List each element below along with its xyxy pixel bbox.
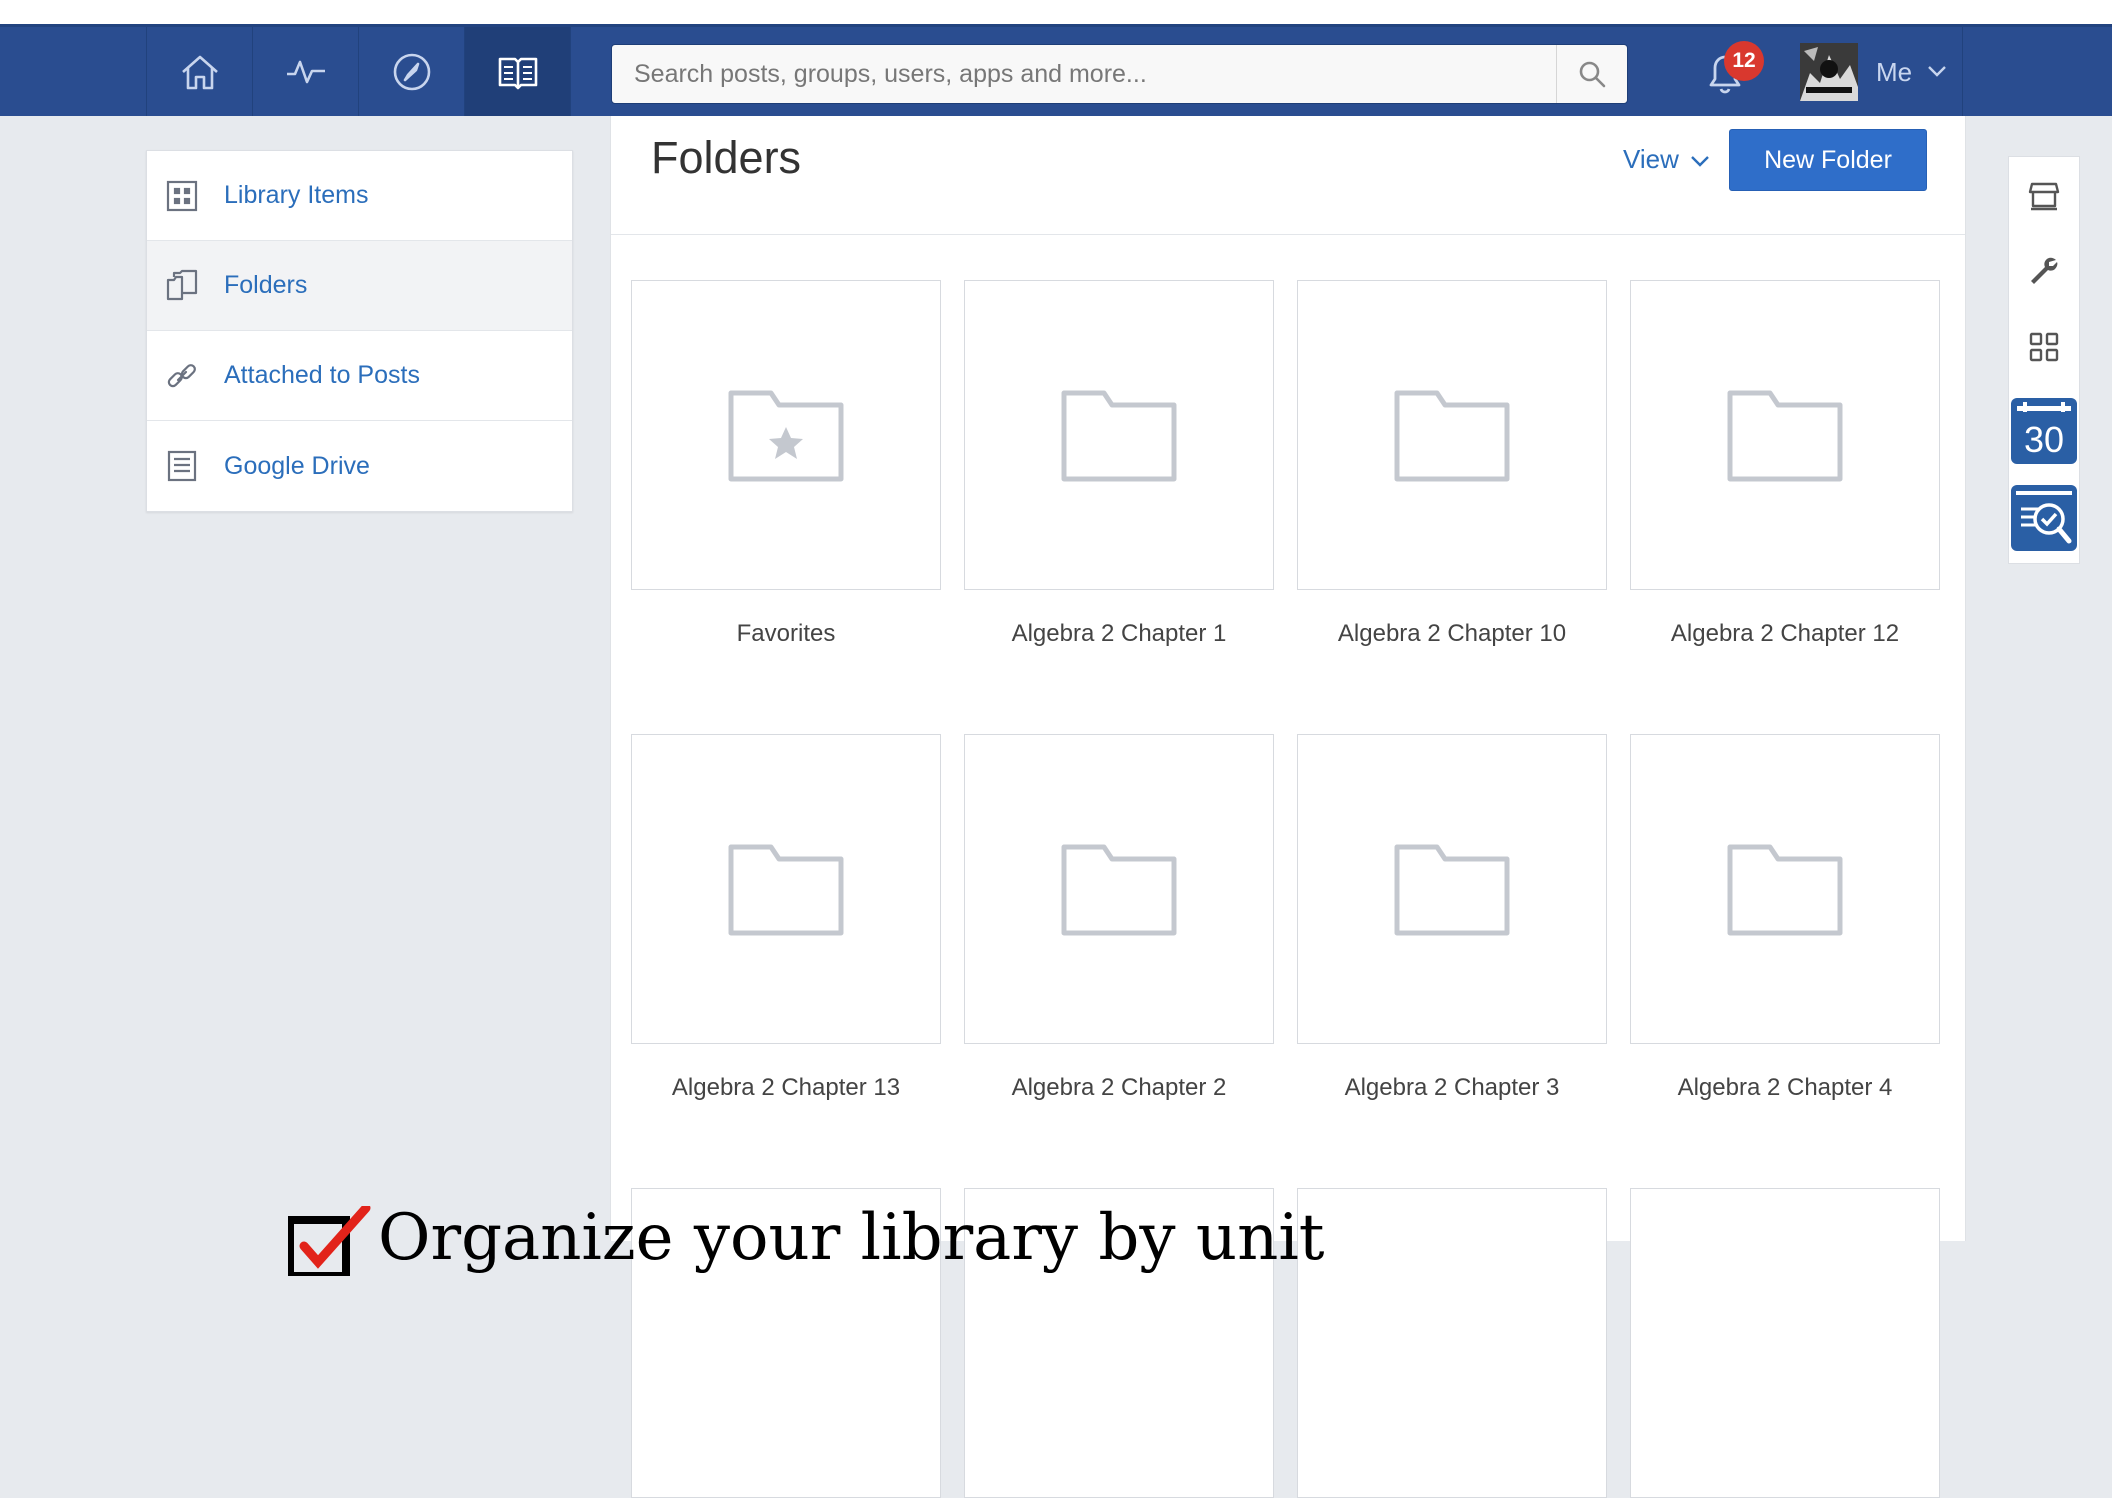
folder-icon — [728, 844, 844, 936]
folder-thumbnail — [1630, 1188, 1940, 1498]
star-folder-icon — [728, 390, 844, 482]
panel-header: Folders View New Folder — [611, 116, 1965, 235]
avatar[interactable] — [1800, 43, 1858, 101]
nav-discover-button[interactable] — [358, 27, 464, 116]
chevron-down-icon[interactable] — [1689, 152, 1711, 170]
folder-icon — [1061, 390, 1177, 482]
folder-icon — [1394, 844, 1510, 936]
review-icon — [2011, 485, 2077, 551]
sidebar-item-google-drive[interactable]: Google Drive — [147, 421, 572, 511]
folder-thumbnail — [1297, 1188, 1607, 1498]
sidebar-item-label: Folders — [224, 271, 308, 299]
folder-thumbnail — [1630, 280, 1940, 590]
folder-name: Algebra 2 Chapter 13 — [671, 1074, 901, 1101]
folder-name: Algebra 2 Chapter 10 — [1337, 620, 1567, 647]
sidebar-item-label: Attached to Posts — [224, 361, 420, 389]
checkbox-checked-icon — [288, 1206, 371, 1276]
folder-thumbnail — [1297, 734, 1607, 1044]
sidebar-item-attached-to-posts[interactable]: Attached to Posts — [147, 331, 572, 421]
notification-count-badge: 12 — [1724, 41, 1764, 81]
search-bar — [611, 44, 1628, 104]
folder-name: Algebra 2 Chapter 2 — [1011, 1074, 1227, 1101]
store-button[interactable] — [2009, 157, 2079, 233]
search-button[interactable] — [1556, 45, 1627, 103]
folder-tile[interactable]: Algebra 2 Chapter 2 — [964, 734, 1274, 1101]
grid-icon — [166, 180, 198, 212]
calendar-app-button[interactable]: 30 — [2009, 395, 2079, 467]
folders-icon — [166, 269, 198, 301]
folder-tile[interactable]: Algebra 2 Chapter 12 — [1630, 280, 1940, 647]
new-folder-button[interactable]: New Folder — [1729, 129, 1927, 191]
avatar-image — [1800, 43, 1858, 101]
nav-divider — [570, 27, 571, 116]
wrench-icon — [2031, 257, 2058, 284]
nav-activity-button[interactable] — [252, 27, 358, 116]
folder-tile[interactable]: Algebra 2 Chapter 4 — [1630, 734, 1940, 1101]
folder-icon — [1394, 390, 1510, 482]
calendar-day: 30 — [2024, 419, 2064, 460]
folders-panel: Folders View New Folder Favorites Algebr… — [610, 116, 1966, 1498]
folder-tile[interactable]: Algebra 2 Chapter 10 — [1297, 280, 1607, 647]
right-tool-rail: 30 — [2008, 156, 2080, 564]
folder-name: Favorites — [736, 620, 836, 647]
folder-icon — [1727, 390, 1843, 482]
folder-thumbnail — [631, 734, 941, 1044]
overlay-text: Organize your library by unit — [378, 1201, 1325, 1275]
document-icon — [167, 450, 197, 482]
tools-button[interactable] — [2009, 233, 2079, 309]
folder-tile[interactable] — [1297, 1188, 1607, 1498]
review-app-button[interactable] — [2009, 479, 2079, 557]
user-menu-label[interactable]: Me — [1876, 57, 1912, 88]
folder-thumbnail — [964, 734, 1274, 1044]
folder-thumbnail — [1297, 280, 1607, 590]
folder-name: Algebra 2 Chapter 4 — [1677, 1074, 1893, 1101]
compass-icon — [393, 53, 430, 90]
home-icon — [181, 55, 218, 89]
sidebar-item-folders[interactable]: Folders — [147, 241, 572, 331]
folder-thumbnail — [964, 280, 1274, 590]
chevron-down-icon[interactable] — [1926, 62, 1948, 80]
nav-divider-right — [1962, 27, 1963, 116]
folder-name: Algebra 2 Chapter 12 — [1670, 620, 1900, 647]
store-icon — [2028, 182, 2060, 211]
folder-icon — [1061, 844, 1177, 936]
library-sidebar: Library Items Folders Attached to Posts … — [146, 150, 573, 512]
calendar-icon: 30 — [2011, 398, 2077, 464]
folder-tile[interactable]: Algebra 2 Chapter 1 — [964, 280, 1274, 647]
sidebar-item-label: Library Items — [224, 181, 369, 209]
apps-grid-icon — [2029, 332, 2059, 362]
folder-tile-favorites[interactable]: Favorites — [631, 280, 941, 647]
folder-tile[interactable]: Algebra 2 Chapter 3 — [1297, 734, 1607, 1101]
nav-home-button[interactable] — [146, 27, 252, 116]
folder-icon — [1727, 844, 1843, 936]
top-navbar: 12 Me — [0, 24, 2112, 116]
folder-name: Algebra 2 Chapter 1 — [1011, 620, 1227, 647]
folder-thumbnail — [1630, 734, 1940, 1044]
folder-tile[interactable]: Algebra 2 Chapter 13 — [631, 734, 941, 1101]
link-icon — [167, 364, 196, 388]
sidebar-item-label: Google Drive — [224, 451, 370, 480]
page-title: Folders — [651, 132, 802, 183]
top-strip — [0, 0, 2112, 24]
view-dropdown[interactable]: View — [1623, 144, 1679, 175]
search-input[interactable] — [612, 45, 1557, 103]
sidebar-item-library-items[interactable]: Library Items — [147, 151, 572, 241]
folder-tile[interactable] — [1630, 1188, 1940, 1498]
search-icon — [1579, 61, 1606, 88]
nav-library-button[interactable] — [464, 27, 570, 116]
activity-icon — [286, 60, 325, 83]
folder-thumbnail — [631, 280, 941, 590]
folder-name: Algebra 2 Chapter 3 — [1344, 1074, 1560, 1101]
apps-button[interactable] — [2009, 309, 2079, 385]
book-icon — [498, 57, 537, 89]
overlay-caption: Organize your library by unit — [288, 1206, 1325, 1276]
